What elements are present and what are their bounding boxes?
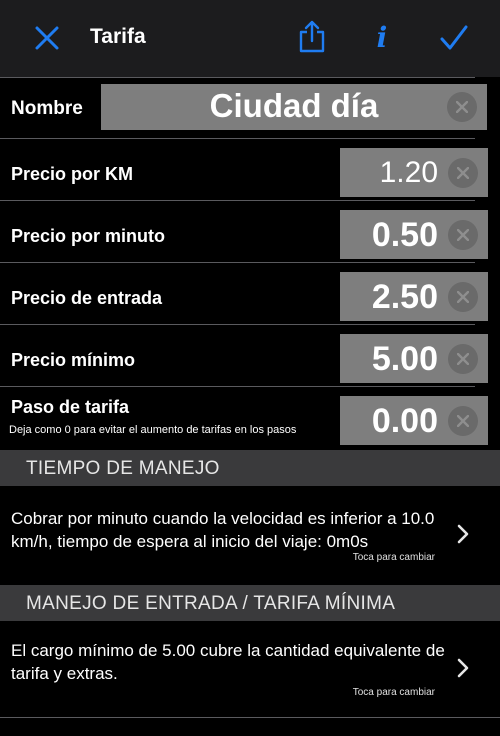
precio-entrada-label: Precio de entrada (11, 288, 163, 308)
entrada-row[interactable]: El cargo mínimo de 5.00 cubre la cantida… (0, 621, 500, 717)
tiempo-row[interactable]: Cobrar por minuto cuando la velocidad es… (0, 486, 500, 584)
info-button[interactable]: i (364, 20, 400, 56)
share-button[interactable] (294, 19, 330, 55)
nombre-label: Nombre (11, 98, 83, 119)
precio-km-label: Precio por KM (11, 164, 134, 184)
precio-minimo-clear-button[interactable] (448, 344, 478, 374)
precio-minimo-value: 5.00 (371, 340, 438, 378)
clear-icon (457, 167, 469, 179)
page-title: Tarifa (90, 25, 146, 48)
checkmark-icon (440, 25, 468, 50)
clear-icon (457, 229, 469, 241)
paso-tarifa-clear-button[interactable] (448, 406, 478, 436)
divider (0, 77, 475, 78)
precio-km-field[interactable]: 1.20 (340, 148, 488, 197)
clear-icon (457, 415, 469, 427)
section-title-entrada: MANEJO DE ENTRADA / TARIFA MÍNIMA (26, 593, 396, 614)
precio-entrada-field[interactable]: 2.50 (340, 272, 488, 321)
navigation-bar: Tarifa i (0, 0, 500, 77)
precio-km-value: 1.20 (379, 156, 438, 189)
close-button[interactable] (29, 20, 65, 56)
share-icon (299, 20, 325, 53)
section-header-tiempo: TIEMPO DE MANEJO (0, 450, 500, 486)
close-icon (35, 26, 59, 50)
divider (0, 200, 475, 201)
precio-km-clear-button[interactable] (448, 158, 478, 188)
divider (0, 717, 500, 718)
precio-minuto-value: 0.50 (371, 216, 438, 254)
divider (0, 138, 475, 139)
precio-minuto-clear-button[interactable] (448, 220, 478, 250)
paso-tarifa-value: 0.00 (371, 402, 438, 440)
precio-minuto-field[interactable]: 0.50 (340, 210, 488, 259)
precio-minimo-label: Precio mínimo (11, 350, 136, 370)
divider (0, 324, 475, 325)
nombre-field[interactable]: Ciudad día (101, 84, 487, 130)
precio-entrada-value: 2.50 (371, 278, 438, 316)
section-title-tiempo: TIEMPO DE MANEJO (26, 458, 220, 479)
divider (0, 262, 475, 263)
clear-icon (457, 353, 469, 365)
nombre-clear-button[interactable] (447, 92, 477, 122)
nombre-value: Ciudad día (209, 87, 379, 124)
tiempo-description: Cobrar por minuto cuando la velocidad es… (11, 509, 435, 551)
tiempo-tap-hint: Toca para cambiar (352, 552, 435, 563)
chevron-right-icon (457, 658, 469, 678)
info-icon: i (376, 21, 388, 54)
precio-minuto-label: Precio por minuto (11, 226, 166, 246)
paso-tarifa-label: Paso de tarifa (11, 397, 130, 417)
paso-tarifa-hint: Deja como 0 para evitar el aumento de ta… (9, 424, 297, 436)
chevron-right-icon (457, 524, 469, 544)
precio-entrada-clear-button[interactable] (448, 282, 478, 312)
precio-minimo-field[interactable]: 5.00 (340, 334, 488, 383)
section-header-entrada: MANEJO DE ENTRADA / TARIFA MÍNIMA (0, 585, 500, 621)
clear-icon (456, 101, 468, 113)
done-button[interactable] (436, 20, 472, 56)
entrada-tap-hint: Toca para cambiar (352, 687, 435, 698)
clear-icon (457, 291, 469, 303)
paso-tarifa-field[interactable]: 0.00 (340, 396, 488, 445)
divider (0, 386, 475, 387)
entrada-description: El cargo mínimo de 5.00 cubre la cantida… (11, 641, 445, 683)
